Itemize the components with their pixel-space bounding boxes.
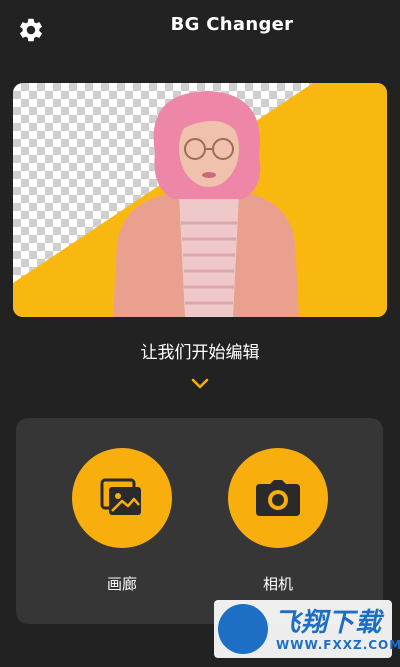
site-watermark: 飞翔下载 WWW.FXXZ.COM [214, 600, 400, 658]
watermark-brand: 飞翔下载 [274, 608, 383, 638]
watermark-logo-icon [218, 604, 268, 654]
gallery-icon [100, 478, 141, 515]
camera-label: 相机 [262, 575, 293, 593]
app-title: BG Changer [170, 14, 294, 35]
chevron-down-icon[interactable] [190, 378, 210, 390]
start-editing-prompt: 让我们开始编辑 [140, 343, 260, 363]
watermark-url: WWW.FXXZ.COM [276, 638, 400, 652]
hero-preview-image [13, 83, 387, 317]
camera-icon [256, 480, 300, 516]
hero-illustration [13, 83, 387, 317]
gallery-label: 画廊 [106, 575, 137, 593]
app-header: BG Changer [0, 0, 400, 58]
gallery-button[interactable] [72, 448, 172, 548]
camera-button[interactable] [228, 448, 328, 548]
